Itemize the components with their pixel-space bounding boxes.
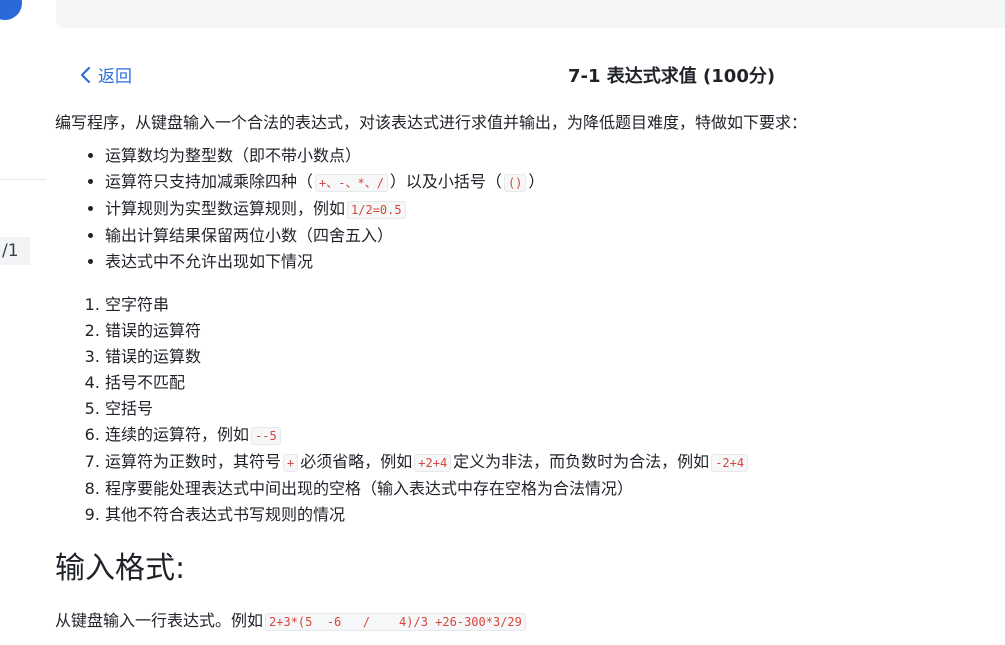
case-item: 程序要能处理表达式中间出现的空格（输入表达式中存在空格为合法情况）: [105, 476, 995, 502]
inline-code: 2+3*(5 -6 / 4)/3 +26-300*3/29: [265, 613, 526, 631]
inline-code: -2+4: [711, 454, 749, 472]
sidebar-divider: [0, 179, 46, 180]
inline-code: 1/2=0.5: [347, 201, 406, 219]
input-format-text: 从键盘输入一行表达式。例如 2+3*(5 -6 / 4)/3 +26-300*3/…: [55, 608, 995, 635]
case-item: 括号不匹配: [105, 370, 995, 396]
intro-text: 编写程序，从键盘输入一个合法的表达式，对该表达式进行求值并输出，为降低题目难度，…: [55, 113, 808, 132]
user-avatar[interactable]: [0, 0, 22, 20]
requirement-item: 计算规则为实型数运算规则，例如1/2=0.5: [105, 196, 995, 223]
case-item: 运算符为正数时，其符号+必须省略，例如+2+4定义为非法，而负数时为合法，例如-…: [105, 449, 995, 476]
requirements-list: 运算数均为整型数（即不带小数点） 运算符只支持加减乘除四种（+、-、*、/）以及…: [55, 143, 995, 275]
inline-code: +2+4: [414, 454, 452, 472]
requirement-item: 表达式中不允许出现如下情况: [105, 249, 995, 275]
requirement-item: 运算符只支持加减乘除四种（+、-、*、/）以及小括号（()）: [105, 169, 995, 196]
problem-page: /1 返回 7-1 表达式求值 (100分) 编写程序，从键盘输入一个合法的表达…: [0, 0, 1005, 645]
case-item: 错误的运算数: [105, 344, 995, 370]
input-format-heading: 输入格式:: [55, 551, 186, 586]
case-item: 空括号: [105, 396, 995, 422]
chevron-left-icon: [80, 66, 91, 83]
inline-code: +: [283, 454, 299, 472]
page-title: 7-1 表达式求值 (100分): [568, 66, 776, 87]
inline-code: (): [503, 174, 527, 192]
back-button[interactable]: 返回: [78, 62, 132, 87]
inline-code: +、-、*、/: [315, 174, 388, 192]
back-button-label: 返回: [98, 67, 132, 87]
case-item: 空字符串: [105, 292, 995, 318]
inline-code: --5: [251, 427, 281, 445]
requirement-item: 输出计算结果保留两位小数（四舍五入）: [105, 223, 995, 249]
case-item: 连续的运算符，例如--5: [105, 422, 995, 449]
case-item: 错误的运算符: [105, 318, 995, 344]
invalid-cases-list: 空字符串 错误的运算符 错误的运算数 括号不匹配 空括号 连续的运算符，例如--…: [55, 292, 995, 528]
requirement-item: 运算数均为整型数（即不带小数点）: [105, 143, 995, 169]
case-item: 其他不符合表达式书写规则的情况: [105, 502, 995, 528]
sidebar-progress-badge: /1: [0, 237, 30, 265]
top-toolbar: [56, 0, 1005, 28]
problem-description: 编写程序，从键盘输入一个合法的表达式，对该表达式进行求值并输出，为降低题目难度，…: [55, 111, 995, 635]
